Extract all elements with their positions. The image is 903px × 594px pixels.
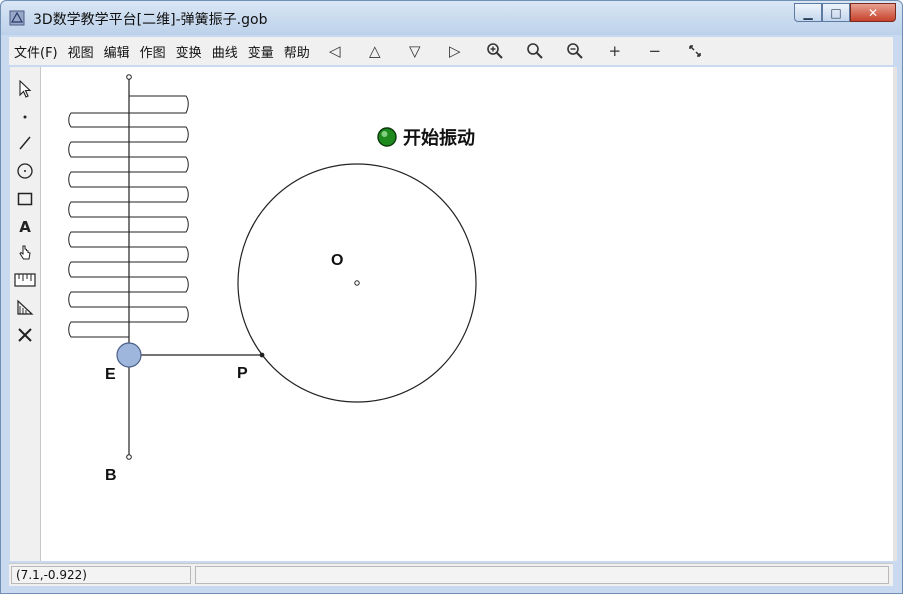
arrow-pointer-icon — [19, 80, 32, 98]
menu-help[interactable]: 帮助 — [279, 42, 315, 61]
hand-tool[interactable] — [13, 241, 37, 265]
start-vibration-button[interactable]: 开始振动 — [377, 127, 475, 149]
green-led-icon — [377, 127, 397, 147]
oscillating-point-e[interactable] — [116, 342, 142, 368]
app-icon — [9, 10, 25, 26]
pan-right-icon[interactable]: ▷ — [435, 39, 475, 63]
delete-x-icon — [18, 328, 32, 342]
zoom-in-icon[interactable] — [475, 39, 515, 63]
app-window: 3D数学教学平台[二维]-弹簧振子.gob ▁ □ ✕ 文件(F) 视图 编辑 … — [0, 0, 903, 594]
measure-tool[interactable] — [13, 268, 37, 292]
label-b: B — [105, 467, 117, 484]
menu-variable[interactable]: 变量 — [243, 42, 279, 61]
pan-down-icon[interactable]: ▽ — [395, 39, 435, 63]
figure-svg: O E P B 开始振动 — [68, 74, 477, 484]
menu-bar: 文件(F) 视图 编辑 作图 变换 曲线 变量 帮助 ◁ △ ▽ ▷ + − — [9, 37, 893, 65]
point-tool[interactable] — [13, 105, 37, 129]
menu-draw[interactable]: 作图 — [135, 42, 171, 61]
pan-up-icon[interactable]: △ — [355, 39, 395, 63]
label-o: O — [331, 252, 343, 269]
ruler-icon — [14, 273, 36, 287]
minus-icon[interactable]: − — [635, 39, 675, 63]
shape-tool[interactable] — [13, 295, 37, 319]
menu-edit[interactable]: 编辑 — [99, 42, 135, 61]
zoom-out-icon[interactable] — [555, 39, 595, 63]
window-controls: ▁ □ ✕ — [794, 3, 896, 25]
zoom-fit-icon[interactable] — [515, 39, 555, 63]
center-point-o[interactable] — [354, 280, 360, 286]
pointer-tool[interactable] — [13, 77, 37, 101]
start-vibration-label: 开始振动 — [403, 127, 475, 149]
status-message-area — [195, 566, 889, 584]
maximize-icon: □ — [830, 5, 842, 20]
drawing-canvas[interactable]: O E P B 开始振动 — [41, 67, 893, 561]
menu-view[interactable]: 视图 — [63, 42, 99, 61]
text-icon: A — [19, 218, 31, 236]
circle-tool[interactable] — [13, 159, 37, 183]
cursor-coordinates: (7.1,-0.922) — [11, 566, 191, 584]
tool-palette: A — [10, 67, 41, 561]
fit-window-icon[interactable] — [675, 39, 715, 63]
line-icon — [19, 136, 31, 150]
plus-icon[interactable]: + — [595, 39, 635, 63]
rectangle-icon — [17, 192, 33, 206]
rectangle-tool[interactable] — [13, 187, 37, 211]
delete-tool[interactable] — [13, 323, 37, 347]
circle-icon — [17, 163, 33, 179]
menu-curve[interactable]: 曲线 — [207, 42, 243, 61]
label-p: P — [237, 365, 248, 382]
text-tool[interactable]: A — [13, 215, 37, 239]
window-title: 3D数学教学平台[二维]-弹簧振子.gob — [33, 12, 268, 28]
triangle-hatch-icon — [17, 299, 34, 315]
point-b[interactable] — [126, 454, 132, 460]
point-icon — [23, 115, 27, 119]
minimize-button[interactable]: ▁ — [794, 3, 822, 22]
right-edge — [893, 67, 897, 561]
pan-left-icon[interactable]: ◁ — [315, 39, 355, 63]
status-bar: (7.1,-0.922) — [9, 563, 893, 586]
title-bar: 3D数学教学平台[二维]-弹簧振子.gob ▁ □ ✕ — [1, 1, 902, 35]
minimize-icon: ▁ — [803, 5, 813, 20]
close-icon: ✕ — [867, 5, 879, 20]
menu-file[interactable]: 文件(F) — [9, 42, 63, 61]
top-anchor-point[interactable] — [126, 74, 132, 80]
line-tool[interactable] — [13, 131, 37, 155]
close-button[interactable]: ✕ — [850, 3, 896, 22]
menu-transform[interactable]: 变换 — [171, 42, 207, 61]
label-e: E — [105, 366, 116, 383]
hand-icon — [19, 245, 31, 260]
maximize-button[interactable]: □ — [822, 3, 850, 22]
